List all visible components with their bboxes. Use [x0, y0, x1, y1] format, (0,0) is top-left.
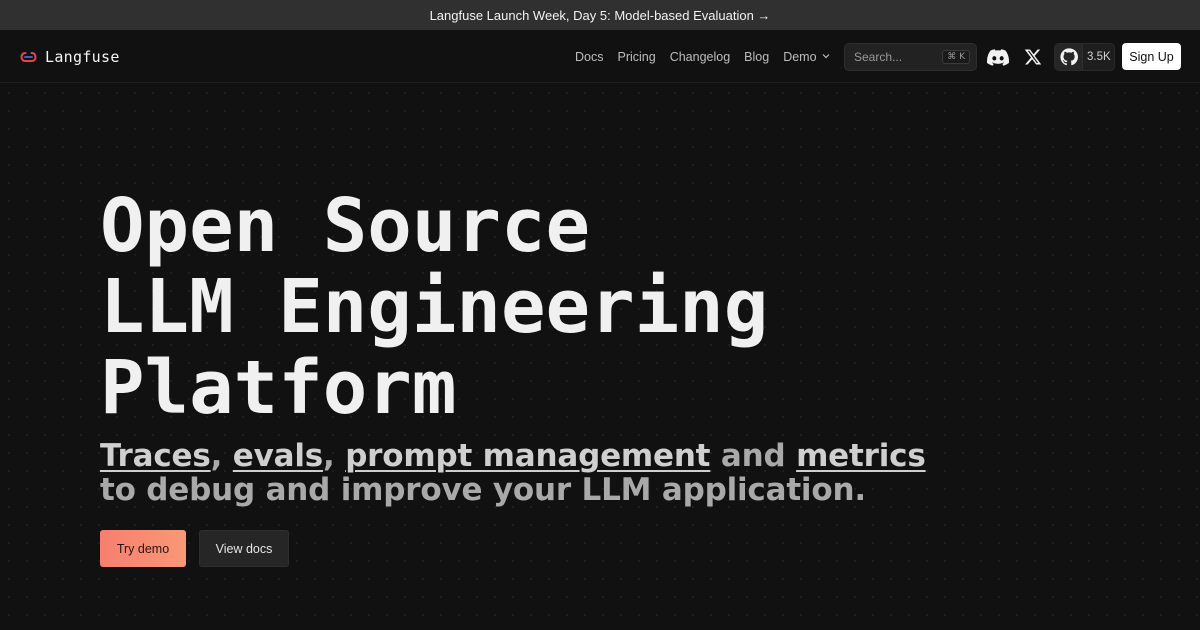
link-traces[interactable]: Traces: [100, 438, 211, 474]
sub-and: and: [710, 438, 797, 474]
headline-line-2: LLM Engineering: [100, 264, 769, 350]
sub-sep-2: ,: [323, 438, 346, 474]
chevron-down-icon: [821, 50, 831, 64]
headline-line-1: Open Source: [100, 183, 591, 269]
top-nav: Langfuse Docs Pricing Changelog Blog Dem…: [0, 30, 1200, 83]
announcement-bar[interactable]: Langfuse Launch Week, Day 5: Model-based…: [0, 0, 1200, 30]
langfuse-logo-icon: [20, 51, 37, 63]
nav-link-blog[interactable]: Blog: [744, 50, 769, 64]
headline-line-3: Platform: [100, 345, 457, 431]
discord-icon[interactable]: [985, 44, 1011, 70]
hero-headline: Open Source LLM Engineering Platform: [100, 186, 768, 429]
github-stars-button[interactable]: 3.5K: [1054, 43, 1115, 71]
announcement-link[interactable]: Langfuse Launch Week, Day 5: Model-based…: [430, 8, 771, 23]
search-placeholder: Search...: [854, 50, 903, 64]
sub-line-2: to debug and improve your LLM applicatio…: [100, 472, 866, 508]
hero-subheadline: Traces, evals, prompt management and met…: [100, 439, 926, 507]
link-prompt-management[interactable]: prompt management: [345, 438, 710, 474]
nav-link-pricing[interactable]: Pricing: [617, 50, 655, 64]
github-star-count: 3.5K: [1087, 51, 1111, 63]
sub-sep-1: ,: [210, 438, 233, 474]
link-metrics[interactable]: metrics: [796, 438, 926, 474]
nav-link-demo[interactable]: Demo: [783, 50, 830, 64]
nav-link-demo-label: Demo: [783, 50, 817, 64]
view-docs-button[interactable]: View docs: [199, 530, 289, 567]
link-evals[interactable]: evals: [233, 438, 323, 474]
sign-up-button[interactable]: Sign Up: [1122, 43, 1181, 70]
nav-link-docs[interactable]: Docs: [575, 50, 603, 64]
x-icon[interactable]: [1020, 44, 1046, 70]
search-input[interactable]: Search... ⌘ K: [844, 43, 977, 71]
try-demo-button[interactable]: Try demo: [100, 530, 186, 567]
brand-name: Langfuse: [45, 48, 120, 66]
nav-link-changelog[interactable]: Changelog: [670, 50, 730, 64]
brand-logo[interactable]: Langfuse: [20, 46, 120, 68]
github-icon: [1055, 44, 1083, 70]
search-shortcut: ⌘ K: [942, 50, 970, 64]
nav-links: Docs Pricing Changelog Blog Demo: [568, 48, 838, 66]
